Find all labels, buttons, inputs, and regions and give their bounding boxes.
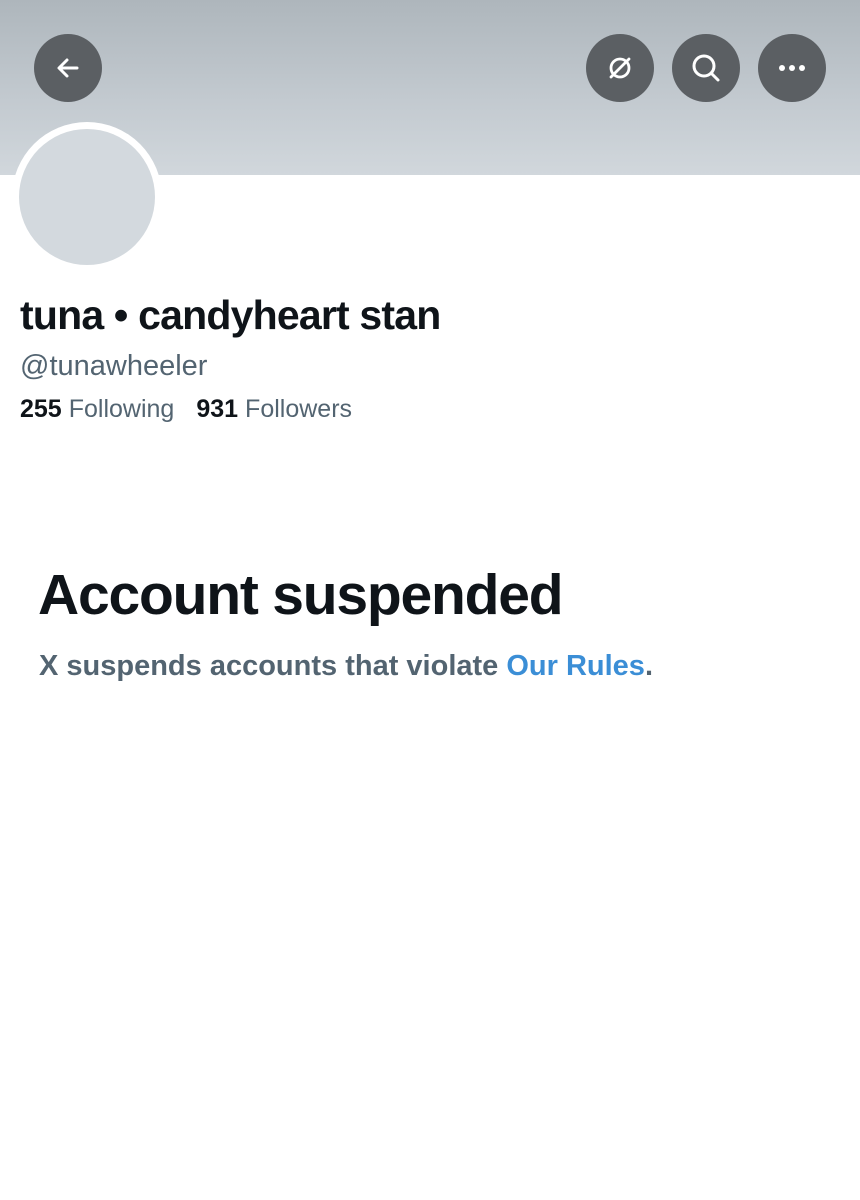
more-horizontal-icon (776, 63, 808, 73)
followers-label: Followers (245, 395, 353, 423)
search-button[interactable] (672, 34, 740, 102)
suspended-message-prefix: X suspends accounts that violate (39, 650, 507, 682)
suspended-message-suffix: . (644, 650, 653, 682)
more-options-button[interactable] (758, 34, 826, 102)
avatar[interactable] (19, 129, 155, 265)
search-icon (689, 51, 723, 85)
avatar-frame (12, 122, 162, 272)
followers-count: 931 (196, 395, 239, 423)
suspended-message: X suspends accounts that violate Our Rul… (39, 650, 653, 683)
following-link[interactable]: 255 Following (20, 395, 174, 424)
profile-stats: 255 Following 931 Followers (20, 395, 352, 424)
profile-display-name: tuna • candyheart stan (20, 292, 441, 338)
profile-page: tuna • candyheart stan @tunawheeler 255 … (0, 0, 860, 1200)
following-label: Following (68, 395, 175, 423)
profile-handle: @tunawheeler (20, 350, 208, 382)
grok-icon (604, 52, 636, 84)
suspended-title: Account suspended (38, 563, 564, 627)
following-count: 255 (20, 395, 62, 423)
our-rules-link[interactable]: Our Rules (506, 650, 645, 682)
followers-link[interactable]: 931 Followers (196, 395, 352, 424)
grok-button[interactable] (586, 34, 654, 102)
arrow-left-icon (53, 53, 83, 83)
back-button[interactable] (34, 34, 102, 102)
